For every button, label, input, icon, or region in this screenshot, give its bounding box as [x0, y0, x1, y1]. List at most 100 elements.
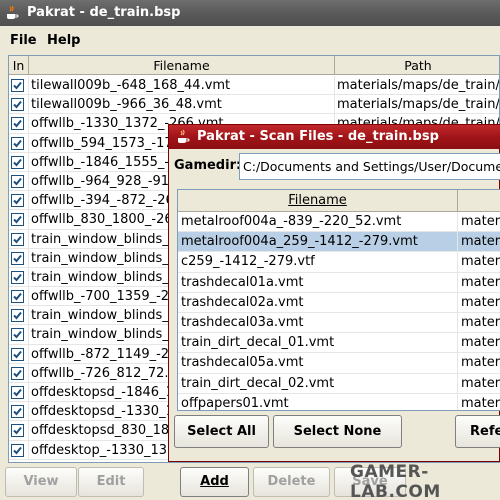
view-button[interactable]: View	[5, 467, 77, 497]
include-checkbox[interactable]	[11, 270, 24, 284]
select-none-button[interactable]: Select None	[273, 415, 402, 448]
filename-cell: tilewall009b_-648_168_44.vmt	[29, 76, 335, 95]
include-checkbox[interactable]	[11, 232, 24, 246]
in-cell	[9, 191, 29, 211]
scan-files-dialog: Pakrat - Scan Files - de_train.bsp Gamed…	[168, 124, 500, 462]
filename-cell: train_dirt_decal_01.vmt	[178, 333, 458, 354]
checkmark-icon	[13, 350, 22, 359]
checkmark-icon	[13, 292, 22, 301]
refresh-button-label: Refe	[470, 424, 500, 439]
list-item[interactable]: c259_-1412_-279.vtf mater	[178, 252, 500, 273]
select-all-button[interactable]: Select All	[174, 415, 269, 448]
path-cell: mater	[461, 375, 500, 391]
include-checkbox[interactable]	[11, 443, 24, 457]
select-none-button-label: Select None	[293, 424, 382, 439]
list-item[interactable]: trashdecal05a.vmt mater	[178, 353, 500, 374]
filename-cell: trashdecal05a.vmt	[178, 353, 458, 374]
checkmark-icon	[13, 235, 22, 243]
in-cell	[9, 421, 29, 441]
watermark: GAMER-LAB.COM	[350, 462, 441, 500]
checkmark-icon	[13, 312, 22, 320]
column-header-filename[interactable]: Filename	[178, 190, 458, 212]
include-checkbox[interactable]	[11, 251, 24, 265]
path-cell: mater	[461, 234, 500, 250]
checkmark-icon	[13, 101, 22, 109]
include-checkbox[interactable]	[11, 328, 24, 342]
include-checkbox[interactable]	[11, 213, 24, 227]
list-item[interactable]: metalroof004a_259_-1412_-279.vmt mater	[178, 232, 500, 253]
scan-files-table[interactable]: Filename metalroof004a_-839_-220_52.vmt m…	[177, 189, 500, 411]
filename-cell: metalroof004a_-839_-220_52.vmt	[178, 212, 458, 232]
checkmark-icon	[13, 158, 22, 167]
include-checkbox[interactable]	[11, 347, 24, 361]
in-cell	[9, 440, 29, 460]
include-checkbox[interactable]	[11, 386, 24, 399]
in-cell	[9, 383, 29, 402]
include-checkbox[interactable]	[11, 98, 24, 112]
include-checkbox[interactable]	[11, 79, 24, 92]
delete-button[interactable]: Delete	[253, 467, 330, 497]
include-checkbox[interactable]	[11, 174, 24, 188]
column-header-path[interactable]: Path	[335, 56, 499, 75]
in-cell	[9, 76, 29, 95]
java-cup-icon	[175, 129, 191, 145]
refresh-button[interactable]: Refe	[455, 415, 500, 448]
delete-button-label: Delete	[267, 474, 316, 489]
include-checkbox[interactable]	[11, 290, 24, 304]
include-checkbox[interactable]	[11, 155, 24, 169]
menu-help[interactable]: Help	[47, 33, 80, 48]
path-cell: mater	[461, 214, 500, 229]
view-button-label: View	[23, 474, 59, 489]
in-cell	[9, 133, 29, 153]
in-cell	[9, 267, 29, 287]
main-title: Pakrat - de_train.bsp	[27, 5, 181, 20]
in-cell	[9, 248, 29, 268]
edit-button-label: Edit	[96, 474, 126, 489]
add-button[interactable]: Add	[180, 467, 249, 497]
list-item[interactable]: train_dirt_decal_02.vmt mater	[178, 373, 500, 394]
include-checkbox[interactable]	[11, 366, 24, 380]
menu-file[interactable]: File	[10, 33, 37, 48]
gamedir-field[interactable]: C:/Documents and Settings/User/Documents…	[239, 153, 500, 180]
table-row[interactable]: tilewall009b_-966_36_48.vmt materials/map…	[9, 95, 499, 115]
include-checkbox[interactable]	[11, 136, 24, 150]
filename-cell: c259_-1412_-279.vtf	[178, 252, 458, 273]
table-row[interactable]: tilewall009b_-648_168_44.vmt materials/ma…	[9, 76, 499, 96]
include-checkbox[interactable]	[11, 424, 24, 438]
path-cell: mater	[461, 294, 500, 310]
in-cell	[9, 171, 29, 191]
scan-files-table-body: metalroof004a_-839_-220_52.vmt mater metal…	[178, 212, 500, 411]
select-all-button-label: Select All	[187, 424, 256, 439]
column-header-in[interactable]: In	[9, 56, 29, 75]
checkmark-icon	[13, 388, 22, 397]
in-cell	[9, 325, 29, 345]
path-cell: mater	[461, 395, 500, 411]
filename-cell: trashdecal03a.vmt	[178, 312, 458, 333]
include-checkbox[interactable]	[11, 117, 24, 131]
add-button-label: Add	[200, 474, 229, 489]
in-cell	[9, 306, 29, 326]
include-checkbox[interactable]	[11, 194, 24, 208]
menu-bar: File Help	[0, 26, 500, 54]
column-header-path[interactable]	[458, 190, 500, 212]
list-item[interactable]: offpapers01.vmt mater	[178, 393, 500, 411]
list-item[interactable]: trashdecal03a.vmt mater	[178, 312, 500, 334]
list-item[interactable]: trashdecal02a.vmt mater	[178, 292, 500, 313]
include-checkbox[interactable]	[11, 405, 24, 419]
path-cell: mater	[461, 335, 500, 351]
include-checkbox[interactable]	[11, 309, 24, 323]
filename-cell: train_dirt_decal_02.vmt	[178, 373, 458, 394]
in-cell	[9, 229, 29, 249]
in-cell	[9, 402, 29, 422]
checkmark-icon	[13, 369, 22, 378]
in-cell	[9, 363, 29, 383]
list-item[interactable]: metalroof004a_-839_-220_52.vmt mater	[178, 212, 500, 233]
dialog-title-bar: Pakrat - Scan Files - de_train.bsp	[169, 125, 500, 149]
list-item[interactable]: train_dirt_decal_01.vmt mater	[178, 333, 500, 354]
edit-button[interactable]: Edit	[78, 467, 144, 497]
list-item[interactable]: trashdecal01a.vmt mater	[178, 272, 500, 293]
column-header-filename[interactable]: Filename	[29, 56, 335, 75]
checkmark-icon	[13, 331, 22, 339]
checkmark-icon	[13, 139, 22, 148]
checkmark-icon	[13, 216, 22, 224]
